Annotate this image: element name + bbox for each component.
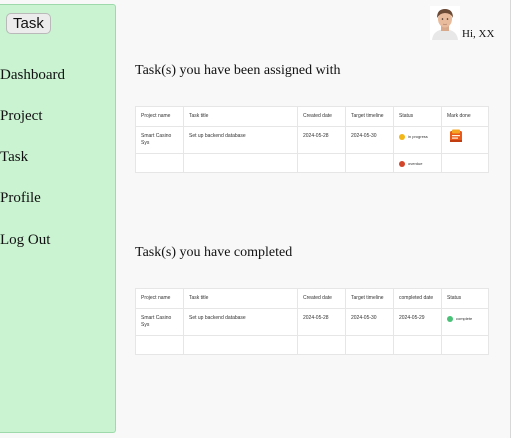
- project-name-cell: Smart Casino Sys: [136, 127, 184, 153]
- column-header: Task title: [184, 107, 298, 126]
- status-cell: overdue: [394, 154, 442, 172]
- task-title-cell: [184, 154, 298, 172]
- column-header: Project name: [136, 107, 184, 126]
- project-name-cell: [136, 154, 184, 172]
- column-header: Task title: [184, 289, 298, 308]
- task-title-cell: [184, 336, 298, 354]
- task-title-cell: Set up backend database: [184, 309, 298, 335]
- column-header: Project name: [136, 289, 184, 308]
- created-date-cell: [298, 336, 346, 354]
- user-greeting: Hi, XX: [462, 28, 495, 40]
- app-window: Task Dashboard Project Task Profile Log …: [0, 0, 511, 438]
- assigned-tasks-table: Project name Task title Created date Tar…: [135, 106, 489, 173]
- table-row: Smart Casino Sys Set up backend database…: [136, 127, 488, 154]
- column-header: Mark done: [447, 113, 471, 119]
- table-header-row: Project name Task title Created date Tar…: [136, 107, 488, 127]
- created-date-cell: 2024-05-28: [298, 127, 346, 153]
- column-header: Created date: [298, 289, 346, 308]
- table-header-row: Project name Task title Created date Tar…: [136, 289, 488, 309]
- completed-tasks-title: Task(s) you have completed: [135, 245, 293, 260]
- mark-done-cell: [442, 127, 490, 153]
- sidebar-item-project[interactable]: Project: [0, 108, 43, 125]
- status-dot-icon: [399, 160, 405, 167]
- target-timeline-cell: [346, 154, 394, 172]
- status-text: in progress: [408, 134, 428, 139]
- created-date-cell: [298, 154, 346, 172]
- column-header: Target timeline: [346, 289, 394, 308]
- created-date-cell: 2024-05-28: [298, 309, 346, 335]
- status-cell: [442, 336, 490, 354]
- table-row: [136, 336, 488, 354]
- column-header: Created date: [298, 107, 346, 126]
- assigned-tasks-title: Task(s) you have been assigned with: [135, 63, 341, 78]
- mark-done-icon[interactable]: [449, 129, 463, 143]
- completed-date-cell: [394, 336, 442, 354]
- sidebar-item-profile[interactable]: Profile: [0, 190, 41, 207]
- column-header: Status: [447, 295, 462, 301]
- sidebar: Task Dashboard Project Task Profile Log …: [0, 4, 116, 433]
- status-cell: complete: [442, 309, 490, 335]
- sidebar-item-dashboard[interactable]: Dashboard: [0, 67, 65, 84]
- project-name-cell: [136, 336, 184, 354]
- status-text: complete: [456, 316, 473, 321]
- mark-done-cell: [442, 154, 490, 172]
- status-dot-icon: [399, 133, 405, 140]
- status-cell: in progress: [394, 127, 442, 153]
- target-timeline-cell: [346, 336, 394, 354]
- column-header: completed date: [394, 289, 442, 308]
- table-row: overdue: [136, 154, 488, 172]
- table-row: Smart Casino Sys Set up backend database…: [136, 309, 488, 336]
- target-timeline-cell: 2024-05-30: [346, 309, 394, 335]
- completed-tasks-table: Project name Task title Created date Tar…: [135, 288, 489, 355]
- user-menu[interactable]: Hi, XX: [430, 6, 502, 44]
- status-dot-icon: [447, 315, 453, 322]
- column-header: Target timeline: [346, 107, 394, 126]
- column-header: Status: [394, 107, 442, 126]
- task-title-cell: Set up backend database: [184, 127, 298, 153]
- completed-date-cell: 2024-05-29: [394, 309, 442, 335]
- sidebar-item-task[interactable]: Task: [0, 149, 28, 166]
- sidebar-item-logout[interactable]: Log Out: [0, 232, 50, 249]
- status-text: overdue: [408, 161, 423, 166]
- project-name-cell: Smart Casino Sys: [136, 309, 184, 335]
- target-timeline-cell: 2024-05-30: [346, 127, 394, 153]
- task-brand-button[interactable]: Task: [6, 13, 51, 34]
- avatar: [430, 6, 460, 40]
